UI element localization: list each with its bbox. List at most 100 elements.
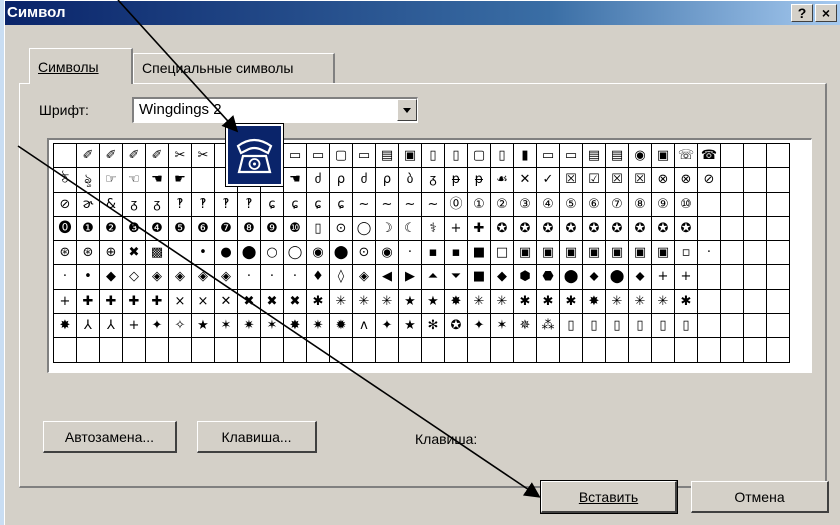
symbol-cell[interactable]: ☒ <box>629 168 652 193</box>
symbol-cell[interactable]: ◉ <box>307 241 330 266</box>
symbol-cell[interactable]: ⊙ <box>353 241 376 266</box>
symbol-cell[interactable]: ɕ <box>307 192 330 217</box>
symbol-cell[interactable]: ᴧ <box>353 314 376 339</box>
symbol-cell[interactable]: ▣ <box>652 144 675 169</box>
symbol-cell[interactable] <box>192 168 215 193</box>
symbol-cell[interactable]: ☑ <box>583 168 606 193</box>
symbol-cell[interactable]: ▯ <box>606 314 629 339</box>
symbol-cell[interactable] <box>744 241 767 266</box>
symbol-cell[interactable]: ᵹ <box>123 192 146 217</box>
symbol-cell[interactable] <box>307 338 330 363</box>
symbol-cell[interactable]: ৡ <box>77 168 100 193</box>
help-button[interactable]: ? <box>791 4 813 22</box>
symbol-cell[interactable]: ⓪ <box>445 192 468 217</box>
symbol-cell[interactable]: ✖ <box>284 289 307 315</box>
symbol-cell[interactable]: · <box>238 265 261 290</box>
symbol-cell[interactable]: ✳ <box>468 289 491 315</box>
symbol-cell[interactable] <box>744 289 767 315</box>
symbol-cell[interactable]: ◀ <box>376 265 399 290</box>
symbol-cell[interactable]: ▯ <box>307 216 330 242</box>
symbol-cell[interactable]: ⓿ <box>54 216 77 242</box>
symbol-cell[interactable]: ⬥ <box>583 265 606 290</box>
symbol-cell[interactable] <box>54 144 77 169</box>
symbol-cell[interactable] <box>399 338 422 363</box>
symbol-cell[interactable]: ✳ <box>652 289 675 315</box>
symbol-cell[interactable]: ɚ <box>77 192 100 217</box>
symbol-cell[interactable]: ✖ <box>261 289 284 315</box>
symbol-cell[interactable] <box>721 216 744 242</box>
symbol-cell[interactable]: ✪ <box>629 216 652 242</box>
symbol-cell[interactable]: ᵹ <box>146 192 169 217</box>
symbol-cell[interactable]: ρ <box>376 168 399 193</box>
symbol-cell[interactable]: ❷ <box>100 216 123 242</box>
symbol-cell[interactable]: ~ <box>376 192 399 217</box>
symbol-cell[interactable] <box>422 338 445 363</box>
symbol-cell[interactable]: ▯ <box>422 144 445 169</box>
symbol-cell[interactable]: ▭ <box>537 144 560 169</box>
symbol-cell[interactable]: ✪ <box>652 216 675 242</box>
symbol-cell[interactable]: ✦ <box>146 314 169 339</box>
symbol-cell[interactable] <box>192 338 215 363</box>
symbol-cell[interactable]: ▯ <box>652 314 675 339</box>
symbol-cell[interactable]: ᵽ <box>445 168 468 193</box>
symbol-cell[interactable]: ▭ <box>284 144 307 169</box>
symbol-cell[interactable]: ✖ <box>123 241 146 266</box>
symbol-cell[interactable]: ✷ <box>307 314 330 339</box>
symbol-cell[interactable]: ✱ <box>307 289 330 315</box>
symbol-cell[interactable]: ⑨ <box>652 192 675 217</box>
tab-symbols[interactable]: Символы <box>29 48 133 84</box>
symbol-cell[interactable]: ✹ <box>330 314 353 339</box>
symbol-cell[interactable] <box>583 338 606 363</box>
symbol-cell[interactable]: ✖ <box>238 289 261 315</box>
symbol-cell[interactable] <box>744 216 767 242</box>
symbol-cell[interactable]: ⬤ <box>606 265 629 290</box>
symbol-cell[interactable]: ★ <box>422 289 445 315</box>
symbol-cell[interactable]: ☎ <box>698 144 721 169</box>
symbol-cell[interactable]: ✳ <box>491 289 514 315</box>
symbol-cell[interactable]: ᵹ <box>422 168 445 193</box>
symbol-cell[interactable]: ✶ <box>491 314 514 339</box>
symbol-cell[interactable]: ⊕ <box>100 241 123 266</box>
symbol-cell[interactable]: ◇ <box>123 265 146 290</box>
symbol-cell[interactable]: ◈ <box>169 265 192 290</box>
symbol-cell[interactable]: ▮ <box>514 144 537 169</box>
symbol-cell[interactable]: ❽ <box>238 216 261 242</box>
symbol-cell[interactable]: · <box>54 265 77 290</box>
autocorrect-button[interactable]: Автозамена... <box>43 421 177 453</box>
symbol-cell[interactable]: ძ <box>353 168 376 193</box>
symbol-cell[interactable]: □ <box>491 241 514 266</box>
symbol-cell[interactable]: ✚ <box>77 289 100 315</box>
symbol-cell[interactable]: & <box>100 192 123 217</box>
symbol-cell[interactable]: ✪ <box>583 216 606 242</box>
symbol-cell[interactable]: ⑦ <box>606 192 629 217</box>
symbol-cell[interactable] <box>330 338 353 363</box>
symbol-cell[interactable]: ঠ <box>54 168 77 193</box>
title-bar[interactable]: Символ ? × <box>5 1 840 25</box>
symbol-cell[interactable]: ◈ <box>353 265 376 290</box>
symbol-cell[interactable]: ▶ <box>399 265 422 290</box>
symbol-cell[interactable] <box>721 314 744 339</box>
symbol-cell[interactable]: ✵ <box>514 314 537 339</box>
symbol-cell[interactable]: ✳ <box>629 289 652 315</box>
symbol-cell[interactable]: ✧ <box>169 314 192 339</box>
symbol-cell[interactable]: ☽ <box>376 216 399 242</box>
symbol-cell[interactable]: ‽ <box>192 192 215 217</box>
symbol-cell[interactable]: ▣ <box>514 241 537 266</box>
symbol-cell[interactable]: ✳ <box>330 289 353 315</box>
symbol-cell[interactable]: ⬤ <box>330 241 353 266</box>
symbol-cell[interactable]: • <box>192 241 215 266</box>
symbol-cell[interactable]: ბ <box>399 168 422 193</box>
symbol-cell[interactable]: ◈ <box>192 265 215 290</box>
symbol-cell[interactable]: ▣ <box>399 144 422 169</box>
symbol-cell[interactable] <box>721 192 744 217</box>
symbol-cell[interactable]: ❾ <box>261 216 284 242</box>
symbol-cell[interactable]: ⊘ <box>698 168 721 193</box>
symbol-cell[interactable]: ▢ <box>330 144 353 169</box>
symbol-cell[interactable]: ✸ <box>284 314 307 339</box>
symbol-cell[interactable] <box>744 338 767 363</box>
symbol-cell[interactable]: ❹ <box>146 216 169 242</box>
symbol-cell[interactable]: ✚ <box>100 289 123 315</box>
symbol-cell[interactable]: ❼ <box>215 216 238 242</box>
symbol-cell[interactable]: ⬣ <box>537 265 560 290</box>
symbol-cell[interactable]: ‽ <box>215 192 238 217</box>
